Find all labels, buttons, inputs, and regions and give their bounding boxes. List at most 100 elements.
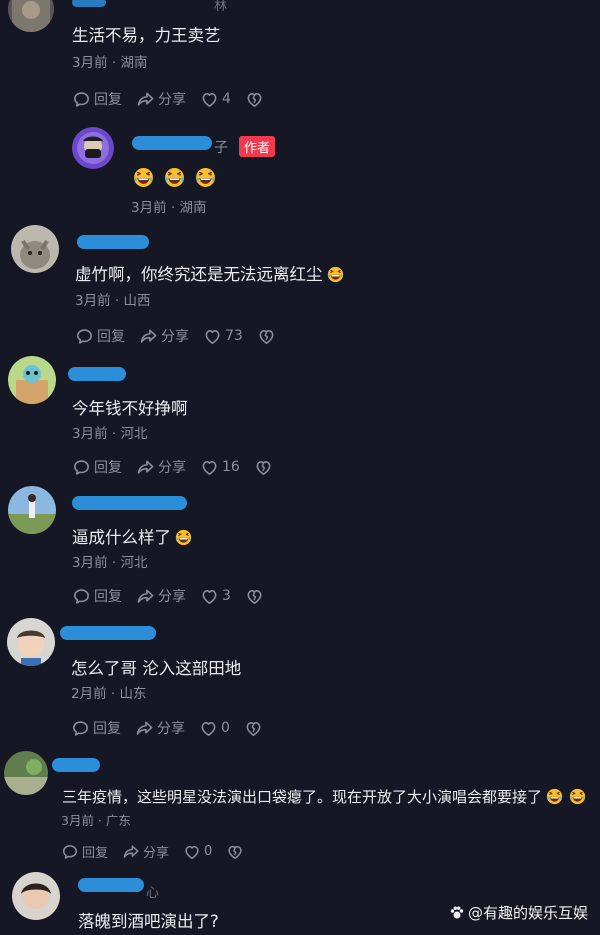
share-button[interactable]: 分享	[139, 326, 189, 346]
share-button[interactable]: 分享	[136, 586, 186, 606]
like-button[interactable]: 3	[200, 587, 231, 606]
comment-actions: 回复 分享 0	[71, 718, 280, 738]
reply-button[interactable]: 回复	[71, 718, 121, 738]
like-count: 0	[204, 844, 213, 859]
avatar[interactable]	[72, 127, 114, 169]
laughing-emoji-icon	[164, 167, 185, 188]
dislike-button[interactable]	[226, 843, 247, 861]
comment-bubble-icon	[71, 719, 90, 738]
comment-item: 怎么了哥 沦入这部田地 2月前 · 山东 回复 分享 0	[0, 612, 600, 742]
avatar[interactable]	[4, 751, 48, 795]
share-arrow-icon	[122, 843, 140, 861]
username-fragment: 林	[214, 0, 228, 14]
comment-bubble-icon	[61, 843, 79, 861]
avatar[interactable]	[7, 618, 55, 666]
reply-label: 回复	[82, 846, 109, 861]
like-count: 4	[222, 91, 231, 107]
emoji-row	[133, 167, 216, 188]
laughing-emoji-icon	[546, 788, 563, 805]
like-count: 0	[221, 720, 230, 736]
heart-icon	[200, 587, 219, 606]
laughing-emoji-icon	[195, 167, 216, 188]
like-button[interactable]: 0	[199, 719, 230, 738]
avatar[interactable]	[8, 486, 56, 534]
broken-heart-icon	[245, 90, 264, 109]
share-label: 分享	[158, 92, 186, 108]
paw-icon	[450, 906, 464, 918]
share-button[interactable]: 分享	[136, 89, 186, 109]
reply-label: 回复	[94, 460, 122, 476]
like-button[interactable]: 0	[183, 843, 212, 861]
broken-heart-icon	[244, 719, 263, 738]
avatar[interactable]	[11, 225, 59, 273]
share-arrow-icon	[139, 327, 158, 346]
comment-item: 林 生活不易，力王卖艺 3月前 · 湖南 回复 分享 4	[0, 0, 600, 120]
username-redacted	[78, 878, 144, 892]
comment-text-content: 虚竹啊，你终究还是无法远离红尘	[75, 265, 323, 284]
username-fragment: 子	[214, 140, 228, 156]
username-redacted	[68, 367, 126, 381]
broken-heart-icon	[226, 843, 244, 861]
dislike-button[interactable]	[257, 327, 279, 346]
dislike-button[interactable]	[254, 458, 276, 477]
comment-meta: 3月前 · 河北	[72, 426, 148, 442]
like-button[interactable]: 73	[203, 327, 243, 346]
reply-label: 回复	[94, 92, 122, 108]
laughing-emoji-icon	[569, 788, 586, 805]
like-count: 73	[225, 328, 243, 344]
username-redacted	[52, 758, 100, 772]
reply-label: 回复	[93, 721, 121, 737]
share-button[interactable]: 分享	[122, 842, 169, 861]
avatar[interactable]	[8, 356, 56, 404]
share-arrow-icon	[136, 458, 155, 477]
comment-bubble-icon	[72, 587, 91, 606]
comment-actions: 回复 分享 0	[61, 842, 261, 861]
broken-heart-icon	[245, 587, 264, 606]
username-redacted	[77, 235, 149, 249]
broken-heart-icon	[257, 327, 276, 346]
comment-bubble-icon	[75, 327, 94, 346]
laughing-emoji-icon	[175, 529, 192, 546]
reply-button[interactable]: 回复	[72, 89, 122, 109]
heart-icon	[200, 458, 219, 477]
comment-text: 今年钱不好挣啊	[72, 399, 188, 418]
share-button[interactable]: 分享	[136, 457, 186, 477]
like-button[interactable]: 16	[200, 458, 240, 477]
avatar[interactable]	[8, 0, 54, 32]
username-redacted	[60, 626, 156, 640]
reply-button[interactable]: 回复	[72, 457, 122, 477]
share-arrow-icon	[135, 719, 154, 738]
dislike-button[interactable]	[244, 719, 266, 738]
like-button[interactable]: 4	[200, 90, 231, 109]
username-redacted	[72, 496, 187, 510]
comment-meta: 3月前 · 河北	[72, 555, 148, 571]
reply-button[interactable]: 回复	[72, 586, 122, 606]
comment-actions: 回复 分享 16	[72, 457, 290, 477]
share-label: 分享	[161, 329, 189, 345]
avatar[interactable]	[12, 872, 60, 920]
heart-icon	[199, 719, 218, 738]
share-arrow-icon	[136, 587, 155, 606]
heart-icon	[200, 90, 219, 109]
comment-text: 生活不易，力王卖艺	[72, 26, 221, 45]
share-button[interactable]: 分享	[135, 718, 185, 738]
share-label: 分享	[158, 589, 186, 605]
reply-button[interactable]: 回复	[75, 326, 125, 346]
dislike-button[interactable]	[245, 90, 267, 109]
share-label: 分享	[143, 846, 170, 861]
comment-text: 虚竹啊，你终究还是无法远离红尘	[75, 261, 344, 285]
heart-icon	[203, 327, 222, 346]
share-arrow-icon	[136, 90, 155, 109]
dislike-button[interactable]	[245, 587, 267, 606]
reply-label: 回复	[97, 329, 125, 345]
reply-button[interactable]: 回复	[61, 842, 108, 861]
share-label: 分享	[157, 721, 185, 737]
watermark: @有趣的娱乐互娱	[449, 902, 588, 923]
comment-meta: 2月前 · 山东	[71, 686, 147, 702]
reply-label: 回复	[94, 589, 122, 605]
comment-meta: 3月前 · 广东	[61, 813, 131, 828]
comment-bubble-icon	[72, 458, 91, 477]
comment-actions: 回复 分享 73	[75, 326, 293, 346]
username-redacted	[132, 136, 212, 150]
like-count: 16	[222, 459, 240, 475]
